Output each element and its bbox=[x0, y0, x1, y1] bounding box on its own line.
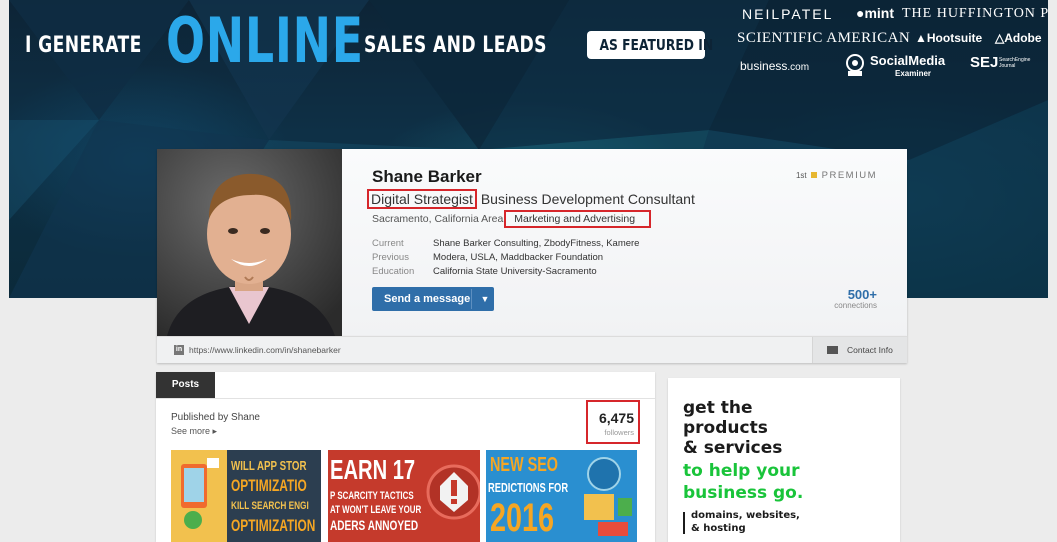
location-industry-row: Sacramento, California Area Marketing an… bbox=[372, 210, 652, 228]
profile-location[interactable]: Sacramento, California Area bbox=[372, 213, 503, 225]
ad-subtext: domains, websites, bbox=[691, 510, 800, 521]
sej-logo: SEJ bbox=[970, 54, 999, 71]
thumb-text: WILL APP STOR bbox=[231, 458, 307, 473]
social-media-examiner-icon bbox=[842, 52, 868, 78]
business-com-logo: business.com bbox=[740, 59, 810, 73]
advertisement[interactable]: get the products & services to help your… bbox=[668, 378, 900, 542]
divider bbox=[156, 398, 655, 399]
adobe-logo: △Adobe bbox=[995, 31, 1042, 45]
thumb-text: REDICTIONS FOR bbox=[488, 480, 569, 495]
ad-accent-bar bbox=[683, 512, 685, 534]
posts-section: Posts Published by Shane See more ▸ 6,47… bbox=[156, 372, 655, 542]
ad-line-highlight: to help your bbox=[683, 461, 800, 481]
post-thumbnail-seo[interactable]: NEW SEO REDICTIONS FOR 2016 bbox=[486, 450, 637, 542]
huffington-post-logo: THE HUFFINGTON POST bbox=[902, 6, 1048, 21]
meta-row-previous: Previous Modera, USLA, Maddbacker Foundat… bbox=[372, 251, 639, 265]
send-message-button[interactable]: Send a message ▼ bbox=[372, 287, 494, 311]
neilpatel-logo: NEILPATEL bbox=[742, 6, 834, 22]
ad-line: products bbox=[683, 418, 768, 438]
thumb-text: OPTIMIZATIO bbox=[231, 476, 307, 495]
profile-name[interactable]: Shane Barker bbox=[372, 167, 482, 187]
connections-label: connections bbox=[834, 301, 877, 310]
meta-row-education: Education California State University-Sac… bbox=[372, 265, 639, 279]
thumb-text: EARN 17 bbox=[330, 454, 416, 485]
scientific-american-logo: SCIENTIFIC AMERICAN bbox=[737, 30, 911, 46]
thumb-text: NEW SEO bbox=[490, 454, 559, 476]
post-thumbnail-app-store[interactable]: WILL APP STOR OPTIMIZATIO KILL SEARCH EN… bbox=[171, 450, 321, 542]
profile-headline: Digital Strategist Business Development … bbox=[367, 189, 695, 209]
connection-degree: 1st bbox=[795, 171, 807, 180]
thumb-text: ADERS ANNOYED bbox=[330, 517, 419, 533]
profile-info: Shane Barker Digital Strategist Business… bbox=[342, 149, 907, 336]
sej-sub: SearchEngine Journal bbox=[999, 57, 1031, 69]
hootsuite-logo: ▲Hootsuite bbox=[915, 31, 983, 45]
see-more-link[interactable]: See more ▸ bbox=[171, 426, 217, 437]
meta-value[interactable]: Shane Barker Consulting, ZbodyFitness, K… bbox=[433, 238, 639, 249]
ad-line: & services bbox=[683, 438, 783, 458]
meta-key: Previous bbox=[372, 252, 409, 263]
premium-icon bbox=[810, 172, 817, 179]
tagline-part-3: SALES AND LEADS bbox=[364, 33, 547, 58]
contact-card-icon bbox=[827, 346, 838, 354]
connections-count[interactable]: 500+ connections bbox=[834, 287, 877, 310]
public-profile-url-bar: in https://www.linkedin.com/in/shanebark… bbox=[157, 336, 907, 363]
meta-row-current: Current Shane Barker Consulting, ZbodyFit… bbox=[372, 237, 639, 251]
profile-photo[interactable] bbox=[157, 149, 342, 336]
tagline-part-1: I GENERATE bbox=[25, 33, 142, 58]
meta-value[interactable]: Modera, USLA, Maddbacker Foundation bbox=[433, 252, 603, 263]
meta-key: Education bbox=[372, 266, 415, 277]
public-profile-url[interactable]: https://www.linkedin.com/in/shanebarker bbox=[189, 345, 341, 355]
ad-line-highlight: business go. bbox=[683, 483, 804, 503]
meta-value[interactable]: California State University-Sacramento bbox=[433, 266, 597, 277]
linkedin-icon: in bbox=[174, 345, 184, 355]
thumb-text: AT WON'T LEAVE YOUR bbox=[330, 504, 422, 516]
tagline-highlight: ONLINE bbox=[166, 4, 364, 77]
followers-number: 6,475 bbox=[598, 410, 634, 426]
social-media-examiner-logo: SocialMedia bbox=[870, 53, 946, 68]
profile-card: Shane Barker Digital Strategist Business… bbox=[157, 149, 907, 336]
followers-label: followers bbox=[604, 428, 634, 437]
send-message-label: Send a message bbox=[384, 293, 471, 305]
ad-line: get the bbox=[683, 398, 753, 418]
contact-info-button[interactable]: Contact Info bbox=[812, 337, 907, 363]
premium-label: PREMIUM bbox=[821, 170, 877, 181]
mint-logo: ●mint bbox=[856, 5, 895, 21]
connections-number: 500+ bbox=[847, 287, 877, 302]
post-thumbnail-scarcity[interactable]: EARN 17 P SCARCITY TACTICS AT WON'T LEAV… bbox=[328, 450, 480, 542]
published-by: Published by Shane bbox=[171, 412, 260, 423]
ad-subtext: & hosting bbox=[691, 523, 746, 534]
followers-count[interactable]: 6,475 followers bbox=[586, 400, 640, 444]
profile-photo-image bbox=[157, 149, 342, 336]
meta-key: Current bbox=[372, 238, 404, 249]
thumb-text: 2016 bbox=[490, 496, 555, 540]
button-divider bbox=[471, 289, 472, 309]
thumb-text: KILL SEARCH ENGI bbox=[231, 500, 309, 512]
thumb-text: OPTIMIZATION bbox=[231, 516, 316, 535]
headline-rest: Business Development Consultant bbox=[480, 191, 695, 207]
headline-highlight: Digital Strategist bbox=[367, 189, 477, 209]
contact-info-label: Contact Info bbox=[847, 345, 893, 355]
premium-badge: 1st PREMIUM bbox=[796, 170, 877, 181]
profile-meta: Current Shane Barker Consulting, ZbodyFit… bbox=[372, 237, 639, 279]
as-featured-in-badge: AS FEATURED IN bbox=[587, 31, 713, 59]
tab-posts[interactable]: Posts bbox=[156, 372, 215, 398]
thumb-text: P SCARCITY TACTICS bbox=[330, 490, 414, 502]
chevron-down-icon[interactable]: ▼ bbox=[476, 287, 494, 311]
profile-industry[interactable]: Marketing and Advertising bbox=[504, 210, 652, 228]
social-media-examiner-sub: Examiner bbox=[895, 69, 932, 78]
